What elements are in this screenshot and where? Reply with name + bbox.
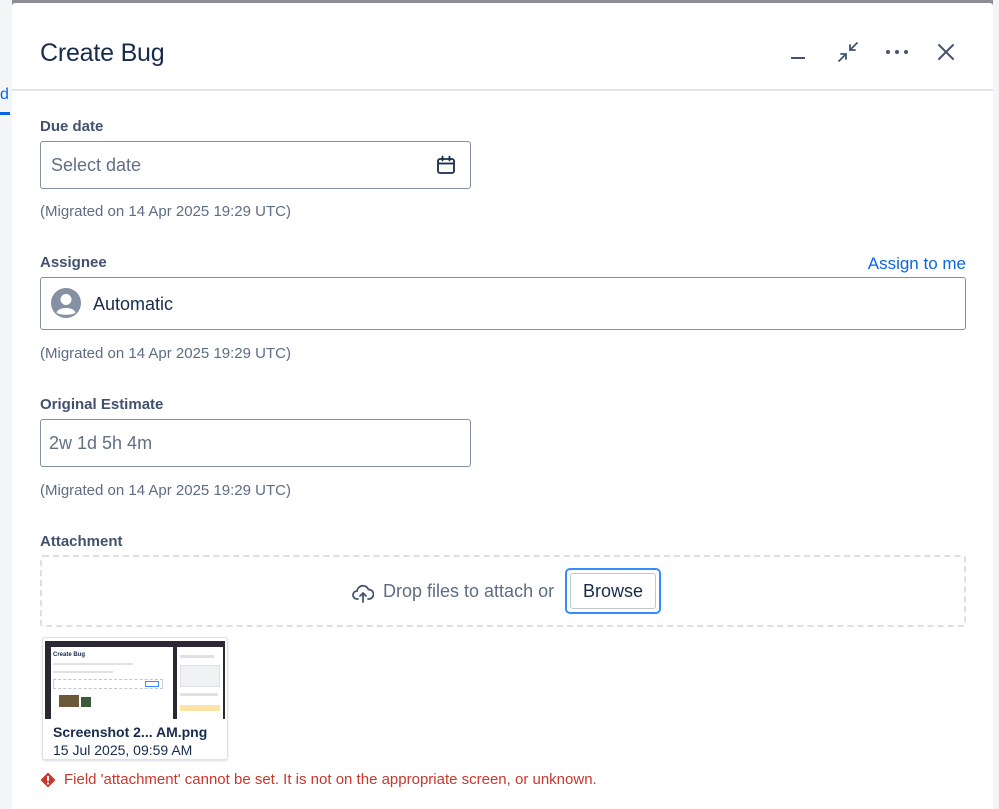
minimize-icon xyxy=(791,57,805,59)
close-button[interactable] xyxy=(930,36,962,68)
more-icon xyxy=(886,50,908,54)
minimize-button[interactable] xyxy=(782,36,814,68)
original-estimate-value: 2w 1d 5h 4m xyxy=(49,433,153,453)
original-estimate-helper: (Migrated on 14 Apr 2025 19:29 UTC) xyxy=(40,482,291,499)
attachment-thumbnail: Create Bug xyxy=(45,641,225,719)
assignee-label: Assignee xyxy=(40,254,107,271)
attachment-file-card[interactable]: Create Bug Screenshot 2... AM.png 15 Jul… xyxy=(42,637,228,760)
original-estimate-label: Original Estimate xyxy=(40,396,164,413)
attachment-label: Attachment xyxy=(40,533,123,550)
collapse-button[interactable] xyxy=(832,36,864,68)
browse-button-focus-ring[interactable]: Browse xyxy=(565,568,661,614)
assign-to-me-link[interactable]: Assign to me xyxy=(868,254,966,274)
attachment-file-date: 15 Jul 2025, 09:59 AM xyxy=(53,742,193,758)
due-date-picker[interactable]: Select date xyxy=(40,141,471,189)
create-bug-modal: Create Bug Due date Select date (Migrate… xyxy=(12,3,993,809)
attachment-error: Field 'attachment' cannot be set. It is … xyxy=(40,771,597,788)
browse-button[interactable]: Browse xyxy=(570,573,656,609)
assignee-select[interactable]: Automatic xyxy=(40,277,966,330)
background-tab-underline xyxy=(0,112,10,115)
attachment-file-name: Screenshot 2... AM.png xyxy=(53,724,208,740)
upload-cloud-icon xyxy=(352,584,374,603)
collapse-icon xyxy=(838,42,858,62)
drop-files-text: Drop files to attach or xyxy=(383,581,555,601)
more-actions-button[interactable] xyxy=(881,36,913,68)
background-tab-fragment: d xyxy=(0,86,9,103)
calendar-icon[interactable] xyxy=(436,155,456,175)
due-date-placeholder: Select date xyxy=(51,155,142,175)
due-date-helper: (Migrated on 14 Apr 2025 19:29 UTC) xyxy=(40,203,291,220)
error-icon xyxy=(40,772,56,787)
modal-header: Create Bug xyxy=(12,3,993,91)
modal-title: Create Bug xyxy=(40,39,165,67)
attachment-error-text: Field 'attachment' cannot be set. It is … xyxy=(64,771,597,788)
background-page-left xyxy=(0,0,12,809)
assignee-helper: (Migrated on 14 Apr 2025 19:29 UTC) xyxy=(40,345,291,362)
assignee-value: Automatic xyxy=(93,294,174,314)
background-page-right xyxy=(993,0,999,809)
avatar-icon xyxy=(51,288,81,318)
close-icon xyxy=(938,44,954,60)
due-date-label: Due date xyxy=(40,118,104,135)
original-estimate-input[interactable]: 2w 1d 5h 4m xyxy=(40,419,471,467)
